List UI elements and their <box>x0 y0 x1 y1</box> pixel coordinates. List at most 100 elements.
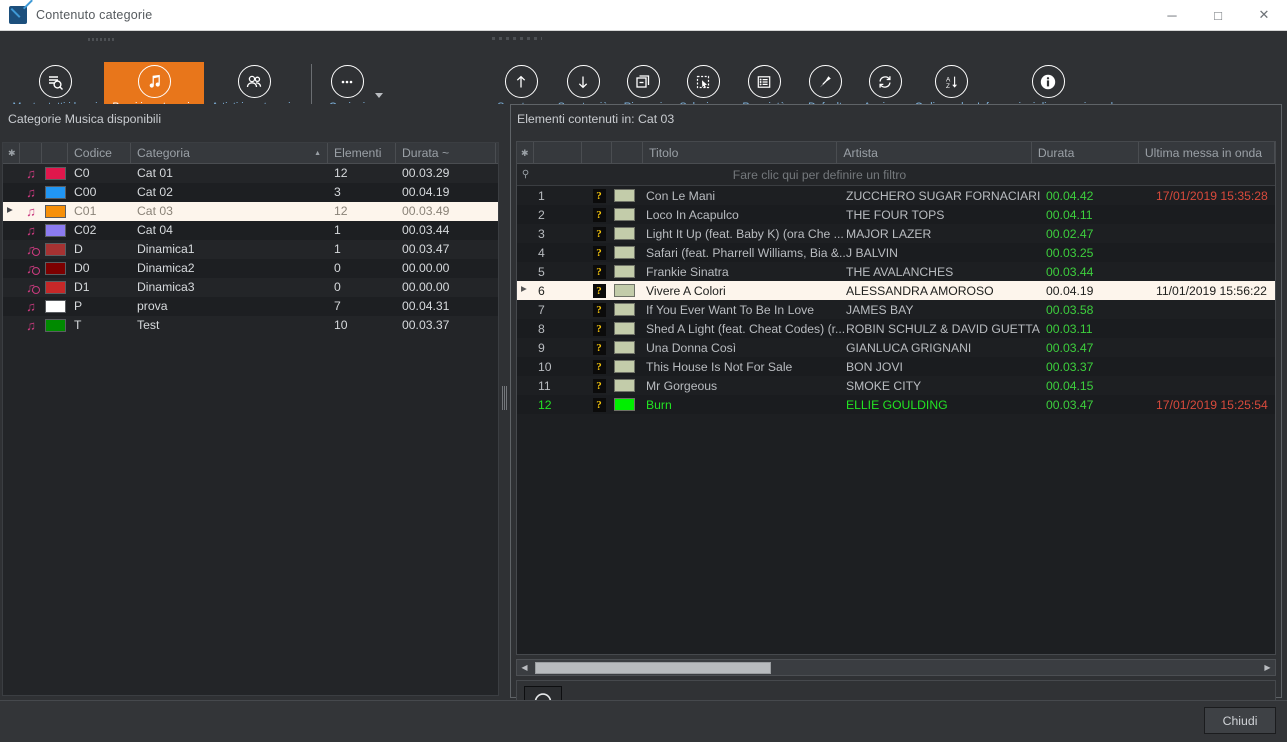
table-row[interactable]: 11? Mr Gorgeous SMOKE CITY 00.04.15 <box>517 376 1275 395</box>
row-indicator <box>3 221 20 240</box>
table-row[interactable]: 6? Vivere A Colori ALESSANDRA AMOROSO 00.04… <box>517 281 1275 300</box>
category-color-swatch <box>42 262 68 275</box>
cell-ultima-messa-in-onda: 11/01/2019 15:56:22 <box>1156 283 1267 298</box>
cell-codice: C00 <box>74 185 97 199</box>
scroll-right-arrow[interactable]: ▶ <box>1260 663 1275 672</box>
panel-splitter[interactable] <box>500 104 510 698</box>
scrollbar-thumb[interactable] <box>535 662 771 674</box>
table-row[interactable]: ♫ C02 Cat 04 1 00.03.44 <box>3 221 498 240</box>
elements-grid[interactable]: ✱ Titolo Artista Durata Ultima messa in … <box>516 141 1276 655</box>
table-row[interactable]: 9? Una Donna Così GIANLUCA GRIGNANI 00.03.4… <box>517 338 1275 357</box>
scroll-left-arrow[interactable]: ◀ <box>517 663 532 672</box>
column-header-durata[interactable]: Durata ~ <box>396 143 496 164</box>
column-header-type[interactable] <box>20 143 42 164</box>
window-controls: ─ □ ✕ <box>1149 0 1287 30</box>
cell-categoria: Dinamica3 <box>137 280 195 294</box>
cell-codice: C01 <box>74 204 97 218</box>
cell-categoria: Dinamica1 <box>137 242 195 256</box>
cell-ultima-messa-in-onda: 17/01/2019 15:25:54 <box>1156 397 1268 412</box>
table-row[interactable]: ♫ C00 Cat 02 3 00.04.19 <box>3 183 498 202</box>
minimize-icon: ─ <box>1167 7 1177 23</box>
category-color-swatch <box>42 205 68 218</box>
table-row[interactable]: 5? Frankie Sinatra THE AVALANCHES 00.03.44 <box>517 262 1275 281</box>
splitter-grip <box>502 386 508 410</box>
column-header-indicator[interactable]: ✱ <box>3 143 20 164</box>
table-row[interactable]: 3? Light It Up (feat. Baby K) (ora Che ..… <box>517 224 1275 243</box>
unknown-status-icon: ? <box>584 188 614 203</box>
unknown-status-icon: ? <box>584 378 614 393</box>
cell-codice: C0 <box>74 166 90 180</box>
close-dialog-button[interactable]: Chiudi <box>1204 707 1276 734</box>
category-color-swatch <box>42 167 68 180</box>
cell-artista: THE AVALANCHES <box>846 264 954 279</box>
unknown-status-icon: ? <box>584 302 614 317</box>
column-header-artista[interactable]: Artista <box>837 142 1032 164</box>
column-header-categoria[interactable]: Categoria <box>131 143 328 164</box>
svg-text:Z: Z <box>946 83 950 90</box>
row-indicator <box>3 316 20 335</box>
cell-artista: ZUCCHERO SUGAR FORNACIARI <box>846 188 1041 203</box>
cell-titolo: Frankie Sinatra <box>646 264 729 279</box>
table-row[interactable]: 7? If You Ever Want To Be In Love JAMES BA… <box>517 300 1275 319</box>
table-row[interactable]: ♫ C0 Cat 01 12 00.03.29 <box>3 164 498 183</box>
table-row[interactable]: ♫ T Test 10 00.03.37 <box>3 316 498 335</box>
column-header-titolo[interactable]: Titolo <box>643 142 838 164</box>
question-mark-icon: ? <box>592 321 606 336</box>
column-header-color[interactable] <box>612 142 644 164</box>
row-indicator <box>517 224 534 243</box>
table-row[interactable]: 2? Loco In Acapulco THE FOUR TOPS 00.04.11 <box>517 205 1275 224</box>
cell-categoria: Cat 03 <box>137 204 173 218</box>
table-row[interactable]: ♫ Pprova 7 00.04.31 <box>3 297 498 316</box>
question-mark-icon: ? <box>592 397 606 412</box>
column-header-elementi[interactable]: Elementi <box>328 143 396 164</box>
table-row[interactable]: ♫ D Dinamica1 1 00.03.47 <box>3 240 498 259</box>
table-row[interactable]: 8? Shed A Light (feat. Cheat Codes) (r...… <box>517 319 1275 338</box>
cell-codice: D0 <box>74 261 90 275</box>
categories-grid[interactable]: ✱ Codice Categoria Elementi Durata ~ ♫ C0… <box>2 142 499 696</box>
table-row[interactable]: 1? Con Le Mani ZUCCHERO SUGAR FORNACIARI 00… <box>517 186 1275 205</box>
cell-categoria: Dinamica2 <box>137 261 195 275</box>
maximize-button[interactable]: □ <box>1195 0 1241 30</box>
table-row[interactable]: 12? Burn ELLIE GOULDING 00.03.47 17/01/2019 … <box>517 395 1275 414</box>
table-row[interactable]: ♫ C01 Cat 03 12 00.03.49 <box>3 202 498 221</box>
column-header-flag[interactable] <box>582 142 612 164</box>
cell-row-number: 12 <box>538 397 552 412</box>
column-header-number[interactable] <box>534 142 583 164</box>
unknown-status-icon: ? <box>584 283 614 298</box>
cell-durata: 00.03.11 <box>1046 321 1093 336</box>
column-header-durata[interactable]: Durata <box>1032 142 1139 164</box>
column-header-color[interactable] <box>42 143 68 164</box>
cell-durata: 00.04.19 <box>1046 283 1094 298</box>
table-row[interactable]: 10? This House Is Not For Sale BON JOVI 00.… <box>517 357 1275 376</box>
table-row[interactable]: 4? Safari (feat. Pharrell Williams, Bia &… <box>517 243 1275 262</box>
unknown-status-icon: ? <box>584 359 614 374</box>
column-header-codice[interactable]: Codice <box>68 143 131 164</box>
category-color-swatch <box>42 319 68 332</box>
cell-durata: 00.03.44 <box>1046 264 1094 279</box>
table-row[interactable]: ♫ D1 Dinamica3 0 00.00.00 <box>3 278 498 297</box>
track-color-swatch <box>614 398 646 411</box>
row-indicator <box>517 243 534 262</box>
chevron-down-icon[interactable] <box>375 93 383 98</box>
cell-row-number: 4 <box>538 245 545 260</box>
column-header-ultima-messa-in-onda[interactable]: Ultima messa in onda <box>1139 142 1275 164</box>
column-header-indicator[interactable]: ✱ <box>517 142 534 164</box>
filter-placeholder: Fare clic qui per definire un filtro <box>732 167 907 182</box>
filter-row[interactable]: ⚲ Fare clic qui per definire un filtro <box>517 164 1275 186</box>
row-indicator <box>517 357 534 376</box>
cell-artista: ELLIE GOULDING <box>846 397 948 412</box>
remove-window-icon <box>626 65 660 98</box>
row-indicator <box>3 240 20 259</box>
cell-elementi: 10 <box>334 318 348 332</box>
track-color-swatch <box>614 284 646 297</box>
track-color-swatch <box>614 303 646 316</box>
table-row[interactable]: ♫ D0 Dinamica2 0 00.00.00 <box>3 259 498 278</box>
cell-durata: 00.04.15 <box>1046 378 1094 393</box>
minimize-button[interactable]: ─ <box>1149 0 1195 30</box>
horizontal-scrollbar[interactable]: ◀ ▶ <box>516 659 1276 676</box>
categories-caption: Categorie Musica disponibili <box>8 112 162 126</box>
cell-elementi: 12 <box>334 166 348 180</box>
list-properties-icon <box>747 65 781 98</box>
cell-durata: 00.00.00 <box>402 261 450 275</box>
close-button[interactable]: ✕ <box>1241 0 1287 30</box>
